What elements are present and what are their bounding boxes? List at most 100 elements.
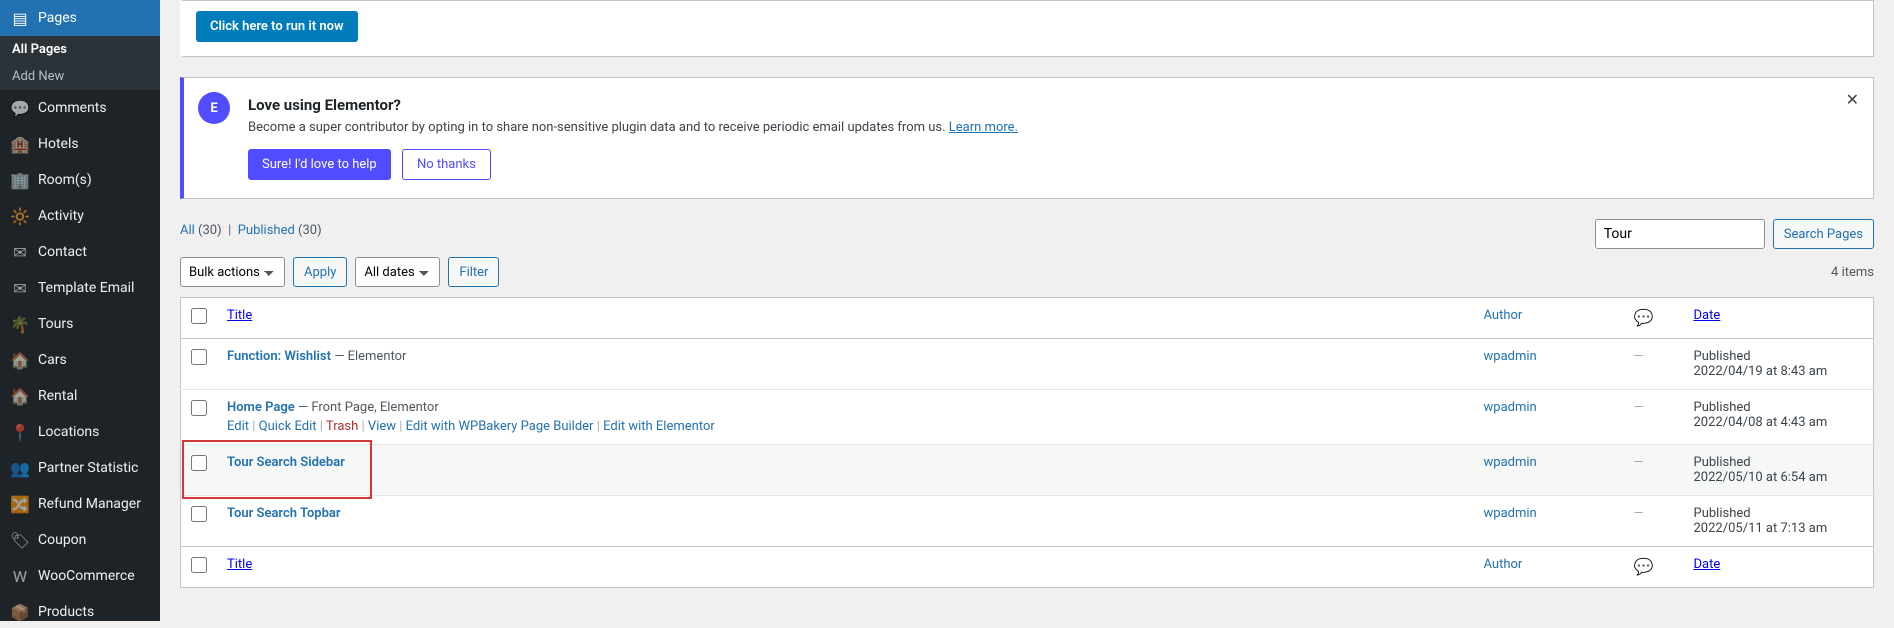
sidebar-item[interactable]: 💬 Comments	[0, 90, 160, 126]
sidebar-item[interactable]: 🔀 Refund Manager	[0, 486, 160, 522]
sidebar-item[interactable]: ✉ Contact	[0, 234, 160, 270]
col-date-footer[interactable]: Date	[1694, 557, 1721, 572]
notice-elementor: E ✕ Love using Elementor? Become a super…	[180, 77, 1874, 199]
sidebar-item[interactable]: ✉Template Email	[0, 270, 160, 306]
sidebar-label: Cars	[38, 352, 67, 368]
date-status: Published	[1694, 506, 1864, 521]
apply-button[interactable]: Apply	[293, 257, 347, 287]
filter-published-link[interactable]: Published	[238, 223, 295, 238]
author-link[interactable]: wpadmin	[1484, 349, 1537, 364]
sidebar-item[interactable]: 🏨Hotels	[0, 126, 160, 162]
row-action-link[interactable]: Trash	[326, 419, 358, 434]
sidebar-item[interactable]: 🔆 Activity	[0, 198, 160, 234]
row-actions: Edit | Quick Edit | Trash | View | Edit …	[227, 419, 1464, 434]
menu-icon: 📦	[10, 602, 30, 622]
notice-run-now: Click here to run it now	[180, 0, 1874, 57]
page-title-link[interactable]: Function: Wishlist	[227, 349, 331, 364]
menu-icon: 🏷	[10, 530, 30, 550]
sidebar-item[interactable]: 🏠 Rental	[0, 378, 160, 414]
sidebar-label: Comments	[38, 100, 107, 116]
col-date[interactable]: Date	[1694, 308, 1721, 323]
sidebar-label: Pages	[38, 10, 77, 26]
menu-icon: 🌴	[10, 314, 30, 334]
date-status: Published	[1694, 400, 1864, 415]
sidebar-sub-item[interactable]: All Pages	[0, 36, 160, 63]
sidebar-label: Rental	[38, 388, 77, 404]
author-link[interactable]: wpadmin	[1484, 506, 1537, 521]
items-count: 4 items	[1831, 265, 1874, 280]
sidebar-label: Room(s)	[38, 172, 92, 188]
sidebar-submenu: All PagesAdd New	[0, 36, 160, 90]
sidebar-label: Products	[38, 604, 94, 620]
elementor-title: Love using Elementor?	[248, 96, 1833, 114]
row-action-link[interactable]: View	[368, 419, 396, 434]
row-checkbox[interactable]	[191, 400, 207, 416]
comments-icon: 💬	[1634, 308, 1654, 327]
sidebar-label: Refund Manager	[38, 496, 141, 512]
comments-icon-footer: 💬	[1634, 557, 1654, 576]
page-title-link[interactable]: Tour Search Sidebar	[227, 455, 345, 470]
table-row: Function: Wishlist — Elementorwpadmin—Pu…	[181, 339, 1874, 390]
row-checkbox[interactable]	[191, 506, 207, 522]
date-filter-select[interactable]: All dates	[355, 257, 440, 287]
menu-icon: 📍	[10, 422, 30, 442]
sidebar-label: Activity	[38, 208, 84, 224]
comment-count: —	[1634, 506, 1644, 521]
filter-button[interactable]: Filter	[448, 257, 499, 287]
author-link[interactable]: wpadmin	[1484, 400, 1537, 415]
menu-icon: 🏠	[10, 350, 30, 370]
menu-icon: 🔀	[10, 494, 30, 514]
sidebar-item[interactable]: 📍 Locations	[0, 414, 160, 450]
row-action-link[interactable]: Edit with WPBakery Page Builder	[406, 419, 594, 434]
sidebar-label: Partner Statistic	[38, 460, 138, 476]
sidebar-sub-item[interactable]: Add New	[0, 63, 160, 90]
sidebar-label: WooCommerce	[38, 568, 135, 584]
menu-icon: 🏠	[10, 386, 30, 406]
search-input[interactable]	[1595, 219, 1765, 249]
learn-more-link[interactable]: Learn more.	[949, 120, 1018, 135]
comment-count: —	[1634, 400, 1644, 415]
run-now-button[interactable]: Click here to run it now	[196, 11, 358, 42]
col-title-footer[interactable]: Title	[227, 557, 252, 572]
optin-no-button[interactable]: No thanks	[402, 149, 491, 180]
sidebar-item-pages[interactable]: ▤ Pages	[0, 0, 160, 36]
row-action-link[interactable]: Edit with Elementor	[603, 419, 715, 434]
page-title-link[interactable]: Tour Search Topbar	[227, 506, 341, 521]
elementor-badge-icon: E	[198, 92, 230, 124]
sidebar-label: Hotels	[38, 136, 79, 152]
sidebar-item[interactable]: 🌴 Tours	[0, 306, 160, 342]
sidebar-label: Tours	[38, 316, 73, 332]
sidebar-item[interactable]: 🏢 Room(s)	[0, 162, 160, 198]
row-action-link[interactable]: Edit	[227, 419, 249, 434]
filter-all-count: (30)	[198, 223, 222, 238]
sidebar-item[interactable]: 🏠 Cars	[0, 342, 160, 378]
menu-icon: 🏢	[10, 170, 30, 190]
sidebar-item[interactable]: WWooCommerce	[0, 558, 160, 594]
menu-icon: ✉	[10, 242, 30, 262]
sidebar-label: Locations	[38, 424, 99, 440]
filter-all-link[interactable]: All	[180, 223, 195, 238]
menu-icon: 🔆	[10, 206, 30, 226]
bulk-actions-select[interactable]: Bulk actions	[180, 257, 285, 287]
comment-count: —	[1634, 349, 1644, 364]
filter-links: All (30) | Published (30)	[180, 223, 322, 238]
sidebar-item[interactable]: 🏷Coupon	[0, 522, 160, 558]
table-row: Tour Search Sidebarwpadmin—Published2022…	[181, 445, 1874, 496]
page-title-link[interactable]: Home Page	[227, 400, 295, 415]
elementor-text: Become a super contributor by opting in …	[248, 120, 1833, 135]
close-icon[interactable]: ✕	[1846, 90, 1859, 109]
optin-yes-button[interactable]: Sure! I'd love to help	[248, 149, 391, 180]
search-button[interactable]: Search Pages	[1773, 219, 1874, 249]
comment-count: —	[1634, 455, 1644, 470]
sidebar-item[interactable]: 👥Partner Statistic	[0, 450, 160, 486]
row-action-link[interactable]: Quick Edit	[259, 419, 317, 434]
select-all-footer-checkbox[interactable]	[191, 557, 207, 573]
sidebar-label: Contact	[38, 244, 87, 260]
table-row: Home Page — Front Page, ElementorEdit | …	[181, 390, 1874, 445]
row-checkbox[interactable]	[191, 349, 207, 365]
select-all-checkbox[interactable]	[191, 308, 207, 324]
menu-icon: 💬	[10, 98, 30, 118]
row-checkbox[interactable]	[191, 455, 207, 471]
author-link[interactable]: wpadmin	[1484, 455, 1537, 470]
col-title[interactable]: Title	[227, 308, 252, 323]
